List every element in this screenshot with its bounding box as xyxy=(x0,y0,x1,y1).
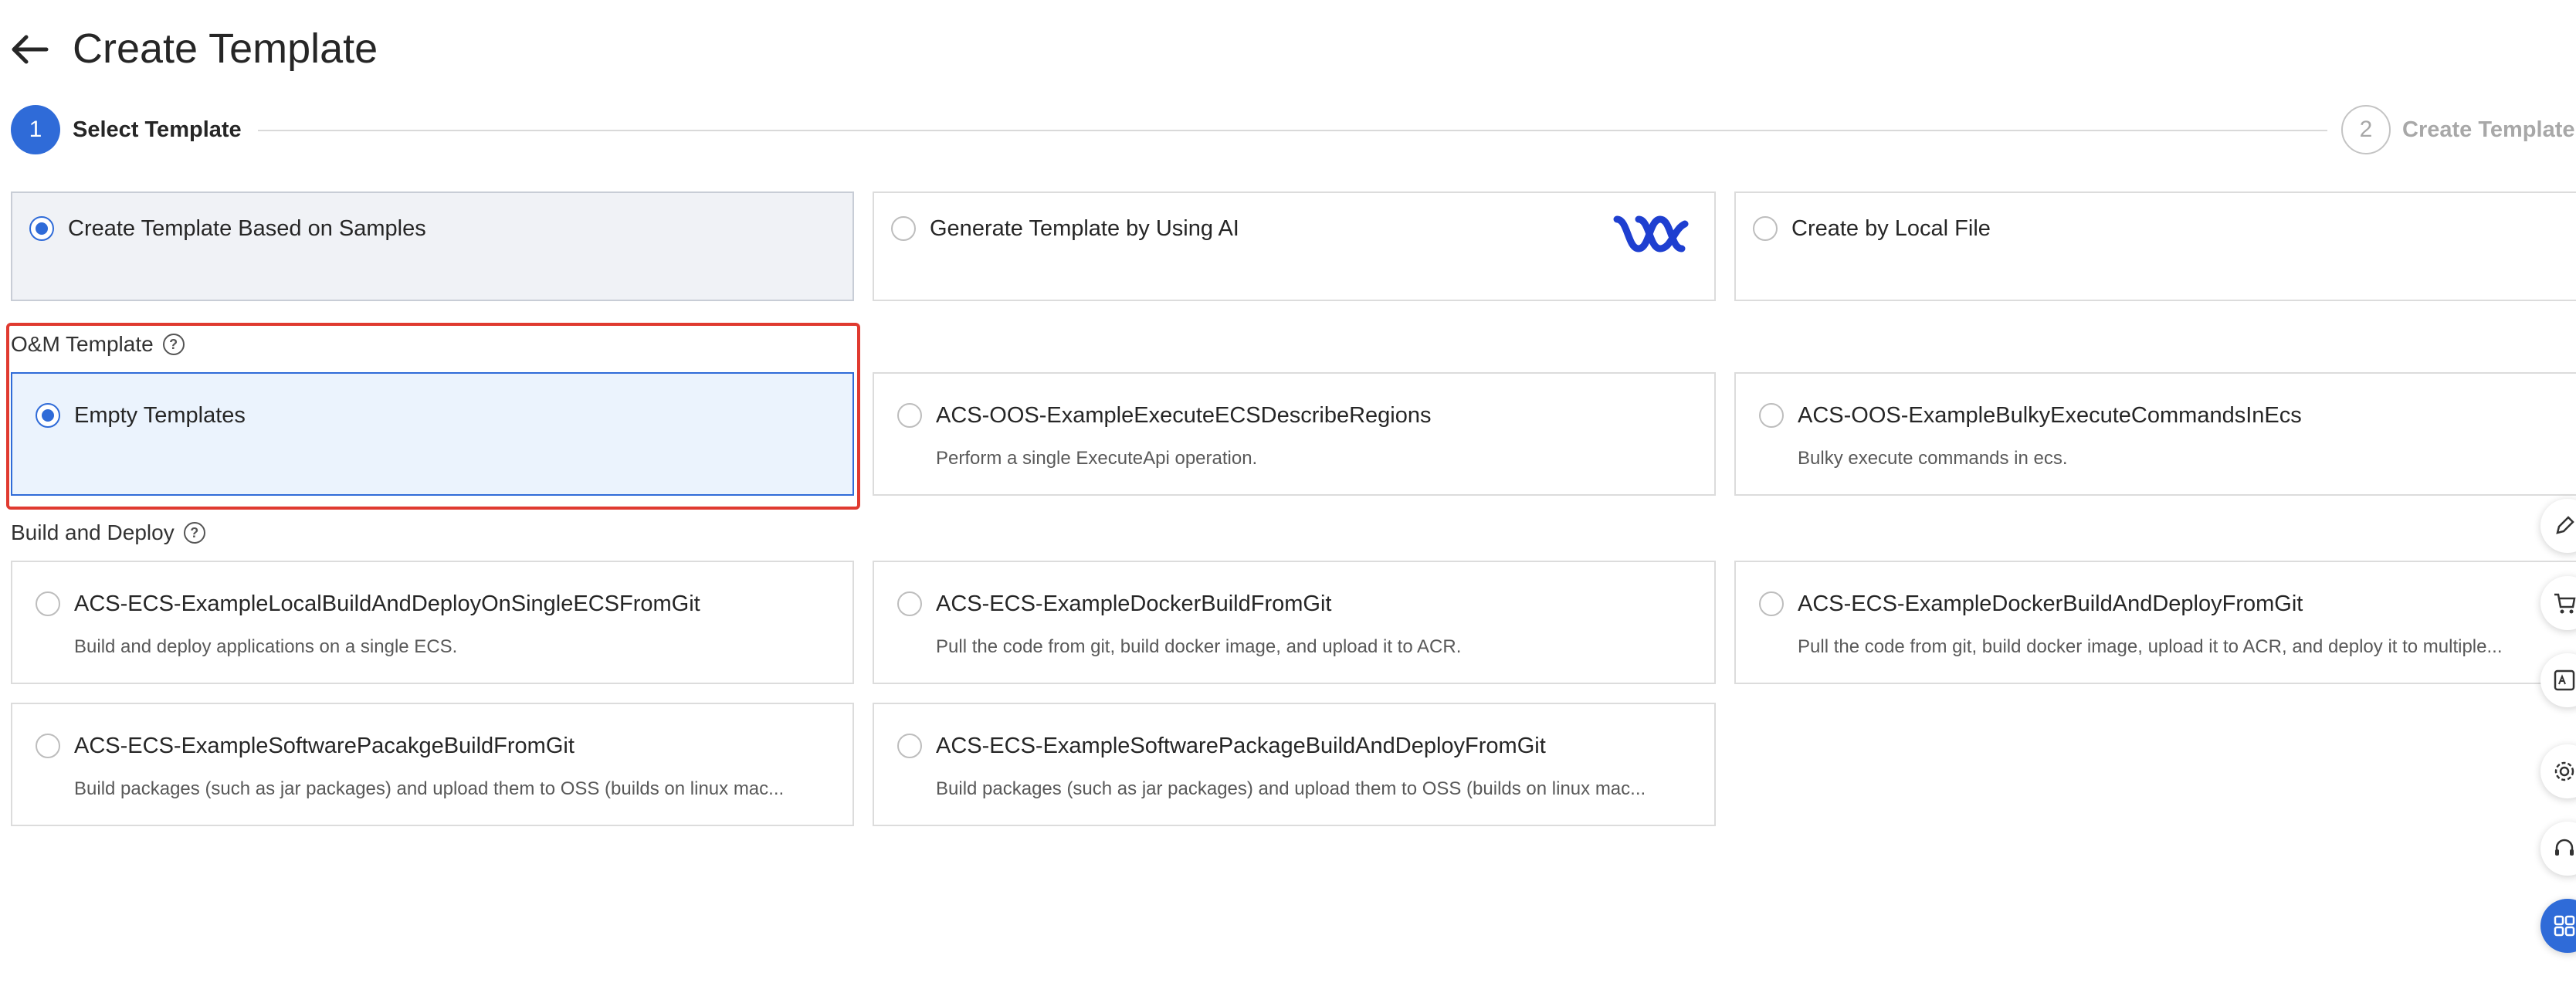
method-local-file-radio[interactable] xyxy=(1753,216,1778,241)
template-radio[interactable] xyxy=(897,734,922,758)
template-title: ACS-OOS-ExampleBulkyExecuteCommandsInEcs xyxy=(1798,403,2302,428)
method-ai-radio[interactable] xyxy=(891,216,916,241)
template-card[interactable]: ACS-ECS-ExampleDockerBuildAndDeployFromG… xyxy=(1734,561,2576,684)
section-build-title: Build and Deploy xyxy=(11,520,175,544)
support-icon[interactable] xyxy=(2540,822,2576,876)
settings-icon[interactable] xyxy=(2540,744,2576,798)
template-card[interactable]: ACS-OOS-ExampleExecuteECSDescribeRegions… xyxy=(873,372,1716,496)
page-title: Create Template xyxy=(73,25,378,72)
method-samples-label: Create Template Based on Samples xyxy=(68,216,426,241)
template-card[interactable]: ACS-ECS-ExampleSoftwarePackageBuildAndDe… xyxy=(873,703,1716,826)
template-radio[interactable] xyxy=(36,591,60,616)
template-description: Bulky execute commands in ecs. xyxy=(1798,448,2068,469)
step-2-indicator: 2 xyxy=(2341,105,2391,154)
section-om-label: O&M Template ? xyxy=(11,332,185,357)
template-title: ACS-ECS-ExampleDockerBuildAndDeployFromG… xyxy=(1798,591,2303,616)
step-1-indicator: 1 xyxy=(11,105,60,154)
template-title: ACS-ECS-ExampleDockerBuildFromGit xyxy=(936,591,1332,616)
method-samples-radio[interactable] xyxy=(29,216,54,241)
template-title: Empty Templates xyxy=(74,403,246,428)
step-connector xyxy=(258,130,2327,131)
template-card[interactable]: ACS-ECS-ExampleSoftwarePacakgeBuildFromG… xyxy=(11,703,854,826)
template-card[interactable]: ACS-OOS-ExampleBulkyExecuteCommandsInEcs… xyxy=(1734,372,2576,496)
template-card[interactable]: Empty Templates xyxy=(11,372,854,496)
method-local-file-card[interactable]: Create by Local File xyxy=(1734,191,2576,301)
template-title: ACS-OOS-ExampleExecuteECSDescribeRegions xyxy=(936,403,1432,428)
step-1-label: Select Template xyxy=(73,117,242,142)
section-om-title: O&M Template xyxy=(11,332,154,356)
step-2-label: Create Template xyxy=(2402,117,2575,142)
template-radio[interactable] xyxy=(897,403,922,428)
apps-grid-icon[interactable] xyxy=(2540,899,2576,953)
template-title: ACS-ECS-ExampleSoftwarePacakgeBuildFromG… xyxy=(74,734,575,758)
create-template-page: Create Template 1 Select Template 2 Crea… xyxy=(0,0,2576,993)
method-ai-label: Generate Template by Using AI xyxy=(930,216,1239,241)
method-ai-card[interactable]: Generate Template by Using AI xyxy=(873,191,1716,301)
section-build-label: Build and Deploy ? xyxy=(11,520,205,545)
template-description: Pull the code from git, build docker ima… xyxy=(936,636,1462,657)
template-card[interactable]: ACS-ECS-ExampleDockerBuildFromGit Pull t… xyxy=(873,561,1716,684)
method-samples-card[interactable]: Create Template Based on Samples xyxy=(11,191,854,301)
template-title: ACS-ECS-ExampleSoftwarePackageBuildAndDe… xyxy=(936,734,1546,758)
template-radio[interactable] xyxy=(1759,403,1784,428)
template-radio[interactable] xyxy=(897,591,922,616)
ai-wave-logo-icon xyxy=(1612,210,1690,262)
template-radio[interactable] xyxy=(36,403,60,428)
template-description: Build packages (such as jar packages) an… xyxy=(74,778,785,799)
edit-icon[interactable] xyxy=(2540,499,2576,553)
template-card[interactable]: ACS-ECS-ExampleLocalBuildAndDeployOnSing… xyxy=(11,561,854,684)
method-local-file-label: Create by Local File xyxy=(1791,216,1991,241)
question-circle-icon[interactable]: ? xyxy=(183,522,205,544)
template-description: Perform a single ExecuteApi operation. xyxy=(936,448,1258,469)
template-radio[interactable] xyxy=(1759,591,1784,616)
template-description: Pull the code from git, build docker ima… xyxy=(1798,636,2503,657)
template-radio[interactable] xyxy=(36,734,60,758)
question-circle-icon[interactable]: ? xyxy=(162,334,185,355)
template-title: ACS-ECS-ExampleLocalBuildAndDeployOnSing… xyxy=(74,591,700,616)
template-description: Build packages (such as jar packages) an… xyxy=(936,778,1646,799)
template-description: Build and deploy applications on a singl… xyxy=(74,636,458,657)
arrow-left-icon[interactable] xyxy=(11,34,49,65)
